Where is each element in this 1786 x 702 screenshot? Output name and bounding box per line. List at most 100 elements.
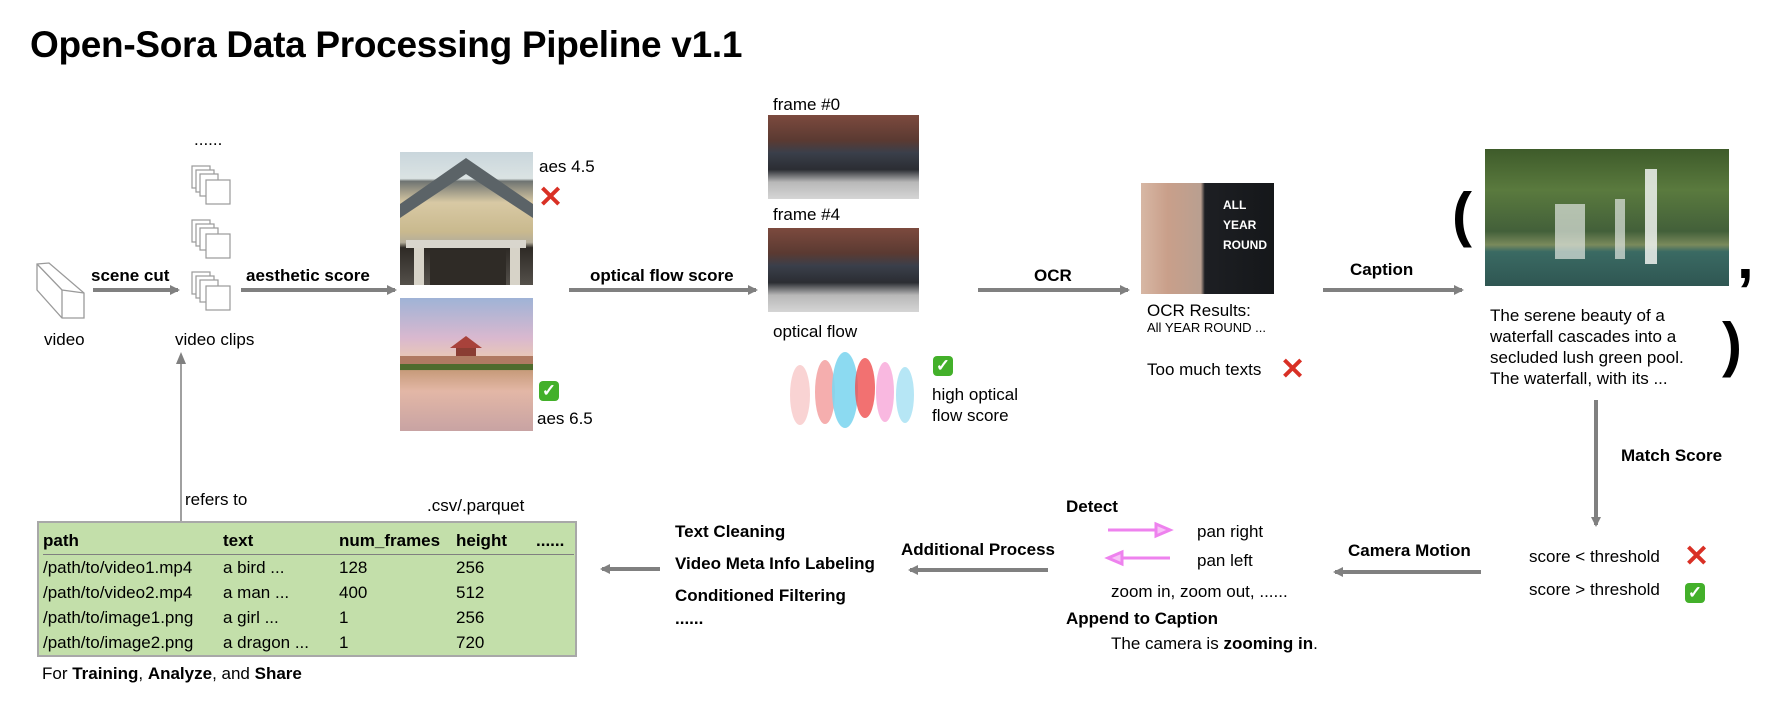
score-above-check-icon: ✓ — [1685, 583, 1705, 603]
append-prefix: The camera is — [1111, 634, 1224, 653]
cell-height: 512 — [456, 582, 485, 602]
pan-right-label: pan right — [1197, 522, 1264, 541]
footer-sep1: , — [138, 664, 148, 683]
caption-text: The serene beauty of a waterfall cascade… — [1490, 306, 1684, 388]
refers-to-arrowhead — [176, 352, 186, 364]
cell-more — [536, 630, 574, 655]
table-footer: For Training, Analyze, and Share — [42, 664, 302, 684]
reject-x-icon: ✕ — [538, 181, 564, 214]
ocr-verdict: Too much texts — [1147, 360, 1262, 379]
col-height: height — [456, 527, 536, 555]
score-above-label: score > threshold — [1529, 580, 1660, 599]
cell-height: 720 — [456, 632, 485, 652]
output-table: path text num_frames height ...... /path… — [37, 521, 577, 657]
frame4-label: frame #4 — [773, 205, 841, 224]
append-title: Append to Caption — [1066, 609, 1219, 628]
cell-num-frames: 400 — [339, 582, 368, 602]
high-flow-line2: flow score — [932, 406, 1009, 425]
table-header-row: path text num_frames height ...... — [43, 527, 574, 555]
ocr-results-text: All YEAR ROUND ... — [1147, 320, 1266, 335]
pan-right-arrowhead — [1154, 521, 1174, 539]
pan-left-arrowhead — [1104, 549, 1124, 567]
append-bold: zooming in — [1223, 634, 1314, 653]
video-label: video — [44, 330, 85, 349]
pan-left-label: pan left — [1197, 551, 1253, 570]
cell-text: a bird ... — [223, 557, 285, 577]
cell-path: /path/to/video2.mp4 — [43, 582, 193, 602]
ocr-label: OCR — [1034, 266, 1072, 285]
ocr-image: ALL YEAR ROUND — [1141, 183, 1274, 294]
accept-check-icon: ✓ — [539, 381, 559, 401]
process-item-more: ...... — [675, 609, 704, 628]
col-more: ...... — [536, 527, 574, 555]
frame0-image — [768, 115, 919, 199]
append-example: The camera is zooming in. — [1111, 634, 1318, 654]
high-flow-line1: high optical — [932, 385, 1019, 404]
detect-title: Detect — [1066, 497, 1118, 516]
cell-text: a girl ... — [223, 607, 279, 627]
waterfall-image — [1485, 149, 1729, 286]
ocr-results-title: OCR Results: — [1147, 301, 1251, 320]
table-row: /path/to/video1.mp4 a bird ... 128 256 — [43, 555, 574, 581]
cell-path: /path/to/image2.png — [43, 632, 194, 652]
close-paren: ) — [1722, 311, 1742, 378]
process-item-text-cleaning: Text Cleaning — [675, 522, 786, 541]
footer-prefix: For — [42, 664, 73, 683]
aes-low-label: aes 4.5 — [539, 157, 595, 176]
clips-ellipsis: ...... — [194, 130, 223, 149]
house-image — [400, 152, 533, 285]
ocr-reject-x-icon: ✕ — [1280, 353, 1306, 386]
aesthetic-score-label: aesthetic score — [246, 266, 370, 285]
flow-accept-check-icon: ✓ — [933, 356, 953, 376]
open-paren: ( — [1452, 181, 1472, 248]
cell-more — [536, 580, 574, 605]
append-suffix: . — [1313, 634, 1318, 653]
match-score-label: Match Score — [1621, 446, 1723, 465]
scene-cut-label: scene cut — [91, 266, 170, 285]
camera-motion-label: Camera Motion — [1348, 541, 1471, 560]
cell-num-frames: 1 — [339, 632, 349, 652]
cell-more — [536, 555, 574, 581]
ocr-image-text-1: ALL YEAR — [1223, 198, 1257, 232]
other-motions-label: zoom in, zoom out, ...... — [1111, 582, 1288, 601]
high-flow-result: high optical flow score — [932, 384, 1018, 426]
cell-path: /path/to/video1.mp4 — [43, 557, 193, 577]
table-row: /path/to/video2.mp4 a man ... 400 512 — [43, 580, 574, 605]
footer-sep2: , and — [212, 664, 255, 683]
refers-to-label: refers to — [185, 490, 248, 509]
table-row: /path/to/image1.png a girl ... 1 256 — [43, 605, 574, 630]
cell-num-frames: 1 — [339, 607, 349, 627]
col-text: text — [223, 527, 339, 555]
video-clips-label: video clips — [175, 330, 255, 349]
footer-training: Training — [72, 664, 139, 683]
footer-analyze: Analyze — [147, 664, 213, 683]
cell-height: 256 — [456, 607, 485, 627]
cell-more — [536, 605, 574, 630]
aes-high-label: aes 6.5 — [537, 409, 593, 428]
col-num-frames: num_frames — [339, 527, 456, 555]
format-label: .csv/.parquet — [427, 496, 525, 515]
optical-flow-image — [770, 350, 920, 435]
video-cuboid-icon — [36, 262, 85, 319]
cell-text: a man ... — [223, 582, 290, 602]
additional-process-label: Additional Process — [901, 540, 1055, 559]
frame0-label: frame #0 — [773, 95, 841, 114]
table-row: /path/to/image2.png a dragon ... 1 720 — [43, 630, 574, 655]
caption-label: Caption — [1350, 260, 1414, 279]
cell-text: a dragon ... — [223, 632, 310, 652]
optical-flow-label: optical flow — [773, 322, 858, 341]
score-below-label: score < threshold — [1529, 547, 1660, 566]
clip-stacks-icon — [191, 165, 231, 311]
comma: , — [1737, 224, 1754, 291]
diagram-title: Open-Sora Data Processing Pipeline v1.1 — [30, 24, 743, 65]
cell-height: 256 — [456, 557, 485, 577]
ocr-image-text-2: ROUND — [1223, 238, 1267, 252]
process-item-conditioned-filtering: Conditioned Filtering — [675, 586, 846, 605]
score-below-x-icon: ✕ — [1684, 540, 1710, 573]
footer-share: Share — [254, 664, 302, 683]
frame4-image — [768, 228, 919, 312]
optical-flow-score-label: optical flow score — [590, 266, 734, 285]
pagoda-image — [400, 298, 533, 431]
cell-num-frames: 128 — [339, 557, 368, 577]
col-path: path — [43, 527, 223, 555]
